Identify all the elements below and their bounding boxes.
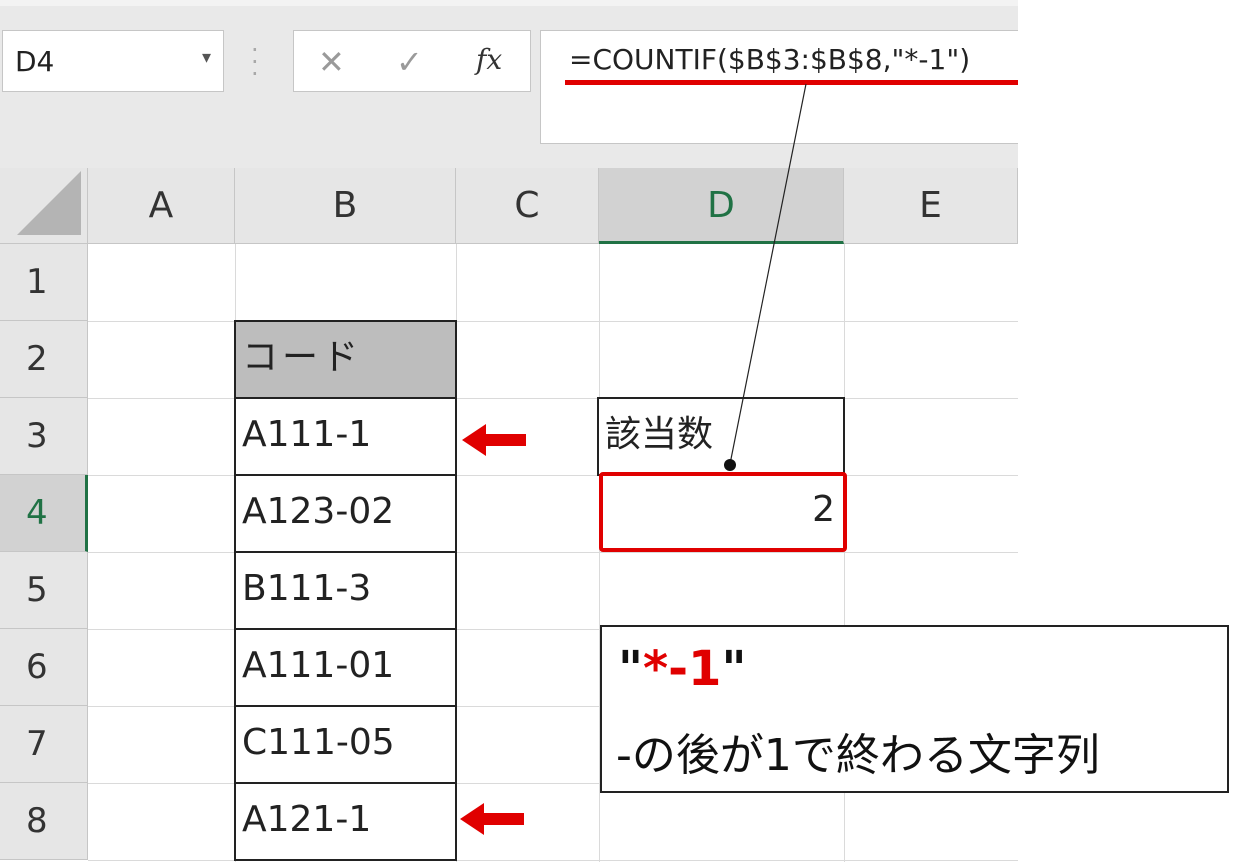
callout-description: -の後が1で終わる文字列 [616, 730, 1100, 781]
quote-close: " [721, 641, 747, 697]
explanation-callout: "*-1" -の後が1で終わる文字列 [600, 625, 1229, 793]
wildcard-pattern: *-1 [643, 641, 722, 697]
quote-open: " [618, 641, 644, 697]
callout-pattern: "*-1" [618, 641, 746, 697]
